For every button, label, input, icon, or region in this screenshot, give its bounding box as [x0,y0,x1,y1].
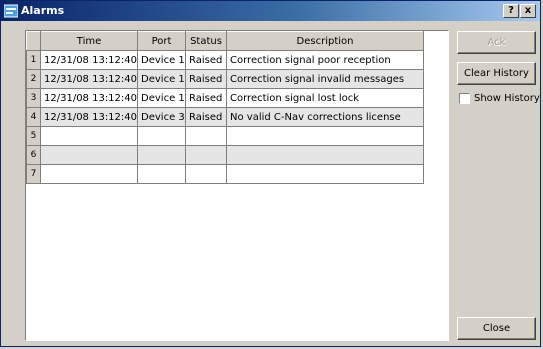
window-title: Alarms [21,4,65,17]
description-cell: Correction signal poor reception [226,50,425,70]
close-button[interactable]: Close [457,317,536,340]
port-cell: Device 1 [137,69,187,89]
table-row[interactable]: 6 [26,145,425,165]
alarms-window: Alarms ? x Time Port Status Description [0,0,541,347]
column-header-status[interactable]: Status [185,31,228,51]
description-cell: No valid C-Nav corrections license [226,107,425,127]
table-row[interactable]: 3 12/31/08 13:12:40 Device 1 Raised Corr… [26,88,425,108]
row-number[interactable]: 7 [26,164,41,184]
time-cell: 12/31/08 13:12:40 [39,69,139,89]
row-number[interactable]: 2 [26,69,41,89]
port-cell [137,164,187,184]
row-number[interactable]: 4 [26,107,41,127]
show-history-label[interactable]: Show History [474,92,540,106]
row-number[interactable]: 3 [26,88,41,108]
corner-header [26,31,41,51]
description-cell [226,164,425,184]
column-header-description[interactable]: Description [226,31,425,51]
status-cell: Raised [185,88,228,108]
column-header-port[interactable]: Port [137,31,187,51]
port-cell: Device 1 [137,50,187,70]
table-row[interactable]: 7 [26,164,425,184]
column-header-time[interactable]: Time [39,31,139,51]
row-number[interactable]: 5 [26,126,41,146]
help-button[interactable]: ? [503,4,519,18]
table-row[interactable]: 5 [26,126,425,146]
show-history-checkbox[interactable] [459,93,470,104]
alarms-app-icon [4,4,18,18]
time-cell: 12/31/08 13:12:40 [39,88,139,108]
status-cell [185,145,228,165]
port-cell: Device 1 [137,88,187,108]
alarms-table: Time Port Status Description 1 12/31/08 … [26,31,425,184]
time-cell [39,145,139,165]
header-row: Time Port Status Description [26,31,425,51]
alarms-grid[interactable]: Time Port Status Description 1 12/31/08 … [25,30,449,341]
port-cell: Device 3 [137,107,187,127]
table-row[interactable]: 4 12/31/08 13:12:40 Device 3 Raised No v… [26,107,425,127]
row-number[interactable]: 1 [26,50,41,70]
close-window-button[interactable]: x [520,4,536,18]
title-bar[interactable]: Alarms ? x [1,1,540,21]
description-cell [226,145,425,165]
time-cell [39,126,139,146]
status-cell: Raised [185,50,228,70]
status-cell [185,126,228,146]
table-row[interactable]: 2 12/31/08 13:12:40 Device 1 Raised Corr… [26,69,425,89]
port-cell [137,126,187,146]
status-cell: Raised [185,107,228,127]
table-row[interactable]: 1 12/31/08 13:12:40 Device 1 Raised Corr… [26,50,425,70]
row-number[interactable]: 6 [26,145,41,165]
time-cell [39,164,139,184]
description-cell: Correction signal lost lock [226,88,425,108]
description-cell: Correction signal invalid messages [226,69,425,89]
description-cell [226,126,425,146]
status-cell [185,164,228,184]
clear-history-button[interactable]: Clear History [457,62,536,85]
status-cell: Raised [185,69,228,89]
ack-button[interactable]: Ack [457,31,536,54]
time-cell: 12/31/08 13:12:40 [39,107,139,127]
port-cell [137,145,187,165]
time-cell: 12/31/08 13:12:40 [39,50,139,70]
